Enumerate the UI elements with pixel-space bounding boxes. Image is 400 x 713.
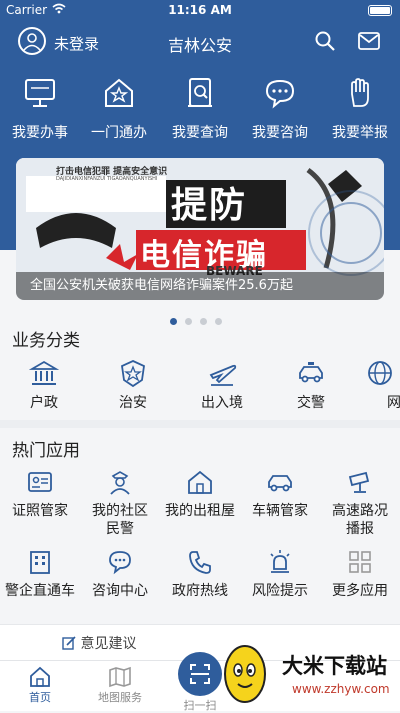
category-label: 户政 <box>30 395 58 411</box>
quick-action-services[interactable]: 我要办事 <box>1 76 79 142</box>
rental-house-icon <box>160 468 240 496</box>
status-bar: Carrier 11:16 AM <box>0 0 400 22</box>
app-label: 更多应用 <box>332 583 388 599</box>
quick-action-label: 我要举报 <box>332 125 388 141</box>
feedback-label: 意见建议 <box>80 636 137 652</box>
id-card-icon <box>0 468 80 496</box>
categories-title: 业务分类 <box>12 331 80 351</box>
category-immigration[interactable]: 出入境 <box>187 358 257 412</box>
quick-action-label: 我要咨询 <box>252 125 308 141</box>
section-divider <box>0 420 400 428</box>
tab-label: 首页 <box>29 691 51 704</box>
airplane-icon <box>187 358 257 388</box>
mail-icon[interactable] <box>358 32 380 54</box>
car-icon <box>240 468 320 496</box>
quick-action-label: 我要办事 <box>12 125 68 141</box>
hot-apps-title: 热门应用 <box>12 441 80 461</box>
category-label: 治安 <box>119 395 147 411</box>
app-label: 咨询中心 <box>92 583 148 599</box>
page-title: 吉林公安 <box>167 36 232 55</box>
category-label: 出入境 <box>201 395 243 411</box>
book-search-icon <box>161 76 239 110</box>
feedback-button[interactable]: 意见建议 <box>62 633 136 653</box>
search-icon[interactable] <box>314 30 336 56</box>
quick-action-query[interactable]: 我要查询 <box>161 76 239 142</box>
carousel-indicator <box>170 310 230 325</box>
category-label: 交警 <box>297 395 325 411</box>
carousel-dot[interactable] <box>215 318 222 325</box>
phone-icon <box>160 548 240 576</box>
app-label: 我的出租屋 <box>165 503 235 519</box>
mascot-icon <box>224 645 266 703</box>
quick-action-report[interactable]: 我要举报 <box>321 76 399 142</box>
app-community-police[interactable]: 我的社区民警 <box>80 468 160 538</box>
app-label: 政府热线 <box>172 583 228 599</box>
app-vehicle-manager[interactable]: 车辆管家 <box>240 468 320 520</box>
app-risk-alert[interactable]: 风险提示 <box>240 548 320 600</box>
app-consult-center[interactable]: 咨询中心 <box>80 548 160 600</box>
home-icon <box>0 665 80 689</box>
banner-headline-1: 提防 <box>171 185 248 226</box>
banner-caption: 全国公安机关破获电信网络诈骗案件25.6万起 <box>16 272 384 300</box>
edit-icon <box>62 636 76 650</box>
tab-map[interactable]: 地图服务 <box>80 665 160 705</box>
map-icon <box>80 665 160 689</box>
app-label: 高速路况播报 <box>332 503 388 537</box>
category-public-security[interactable]: 治安 <box>98 358 168 412</box>
category-label: 网 <box>387 395 400 411</box>
monitor-icon <box>1 76 79 110</box>
bank-icon <box>9 358 79 388</box>
clock: 11:16 AM <box>168 3 232 17</box>
carousel-dot[interactable] <box>170 318 177 325</box>
carousel-dot[interactable] <box>200 318 207 325</box>
app-label: 我的社区民警 <box>92 503 148 537</box>
app-more[interactable]: 更多应用 <box>320 548 400 600</box>
watermark-brand: 大米下载站 <box>282 654 387 678</box>
building-icon <box>0 548 80 576</box>
camera-icon <box>320 468 400 496</box>
hand-icon <box>321 76 399 110</box>
police-badge-icon <box>98 358 168 388</box>
battery-icon <box>368 5 392 16</box>
app-government-hotline[interactable]: 政府热线 <box>160 548 240 600</box>
app-label: 警企直通车 <box>5 583 75 599</box>
quick-action-consult[interactable]: 我要咨询 <box>241 76 319 142</box>
app-label: 证照管家 <box>12 503 68 519</box>
watermark-url: www.zzhyw.com <box>292 682 390 696</box>
category-internet[interactable]: 网 <box>365 358 400 412</box>
siren-icon <box>240 548 320 576</box>
chat-icon <box>80 548 160 576</box>
category-traffic-police[interactable]: 交警 <box>276 358 346 412</box>
category-household[interactable]: 户政 <box>9 358 79 412</box>
app-police-enterprise[interactable]: 警企直通车 <box>0 548 80 600</box>
top-nav: 未登录 吉林公安 <box>0 26 400 58</box>
tab-label: 地图服务 <box>98 691 142 704</box>
watermark: 大米下载站 www.zzhyw.com <box>212 636 400 710</box>
banner-pinyin: DAJIDIANXINFANZUI TIGAOANQUANYISHI <box>56 176 158 182</box>
news-banner[interactable]: 打击电信犯罪 提高安全意识 DAJIDIANXINFANZUI TIGAOANQ… <box>16 158 384 300</box>
app-label: 车辆管家 <box>252 503 308 519</box>
app-label: 风险提示 <box>252 583 308 599</box>
tab-home[interactable]: 首页 <box>0 665 80 705</box>
quick-action-label: 我要查询 <box>172 125 228 141</box>
carousel-dot[interactable] <box>185 318 192 325</box>
app-license-manager[interactable]: 证照管家 <box>0 468 80 520</box>
globe-icon <box>365 358 400 388</box>
car-icon <box>276 358 346 388</box>
police-officer-icon <box>80 468 160 496</box>
chat-icon <box>241 76 319 110</box>
app-my-rental[interactable]: 我的出租屋 <box>160 468 240 520</box>
house-icon <box>80 76 158 110</box>
app-highway-traffic[interactable]: 高速路况播报 <box>320 468 400 538</box>
quick-action-one-stop[interactable]: 一门通办 <box>80 76 158 142</box>
quick-action-label: 一门通办 <box>91 125 147 141</box>
grid-icon <box>320 548 400 576</box>
